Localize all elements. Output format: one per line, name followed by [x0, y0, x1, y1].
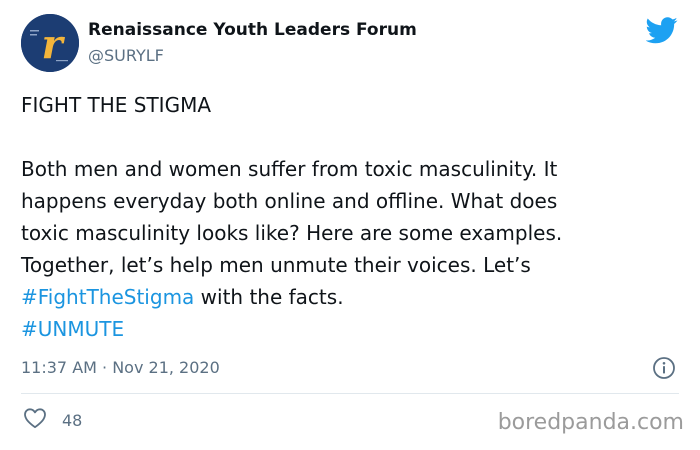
tweet-text-line-hashtag: #FightTheStigma with the facts.: [21, 281, 691, 313]
hashtag-unmute[interactable]: #UNMUTE: [21, 317, 124, 341]
tweet-text-line: happens everyday both online and offline…: [21, 189, 558, 213]
avatar[interactable]: r: [21, 14, 79, 72]
hashtag-fightthestigma[interactable]: #FightTheStigma: [21, 285, 194, 309]
avatar-logo-icon: r: [21, 14, 79, 72]
author-handle[interactable]: @SURYLF: [88, 46, 164, 65]
tweet-text-line-hashtag: #UNMUTE: [21, 313, 691, 345]
author-name[interactable]: Renaissance Youth Leaders Forum: [88, 20, 417, 40]
tweet-text-line: Together, let’s help men unmute their vo…: [21, 253, 531, 277]
info-icon[interactable]: [652, 356, 676, 380]
tweet-text: FIGHT THE STIGMA Both men and women suff…: [21, 89, 691, 345]
divider: [21, 393, 679, 394]
tweet-timestamp[interactable]: 11:37 AM · Nov 21, 2020: [21, 358, 220, 377]
tweet-text-fragment: with the facts.: [194, 285, 344, 309]
twitter-bird-icon[interactable]: [645, 17, 678, 44]
heart-icon: [23, 407, 47, 433]
tweet-headline: FIGHT THE STIGMA: [21, 93, 212, 117]
tweet-card: r Renaissance Youth Leaders Forum @SURYL…: [0, 0, 700, 450]
like-button[interactable]: 48: [23, 408, 82, 432]
tweet-text-line: toxic masculinity looks like? Here are s…: [21, 221, 563, 245]
watermark: boredpanda.com: [497, 410, 684, 435]
like-count: 48: [62, 410, 83, 430]
tweet-text-line: Both men and women suffer from toxic mas…: [21, 157, 558, 181]
